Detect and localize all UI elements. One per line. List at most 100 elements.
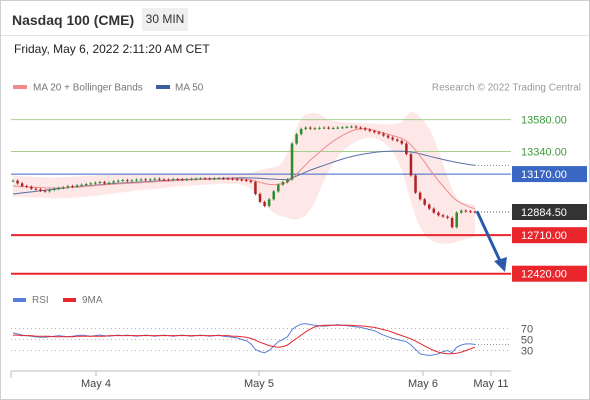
candle: [359, 127, 362, 129]
candle: [208, 178, 211, 180]
x-tick-label: May 6: [408, 378, 438, 390]
candle: [304, 127, 308, 129]
chart-widget: Nasdaq 100 (CME) 30 MIN Friday, May 6, 2…: [0, 0, 590, 400]
candle: [391, 137, 394, 140]
candle: [386, 135, 390, 138]
copyright-text: Research © 2022 Trading Central: [432, 83, 581, 94]
forecast-arrow-head: [494, 257, 507, 273]
candle: [217, 178, 221, 180]
candle: [71, 186, 74, 188]
candle: [30, 186, 33, 189]
level-label-12420.00: 12420.00: [521, 269, 567, 281]
candle: [139, 179, 143, 181]
candle: [94, 182, 97, 184]
candle: [25, 186, 28, 188]
candle: [464, 210, 468, 212]
candle: [66, 186, 70, 188]
x-axis: May 4 May 5 May 6 May 11: [10, 371, 509, 390]
candle: [135, 179, 138, 181]
candle: [126, 180, 129, 182]
candle: [336, 127, 340, 129]
price-panel: 13580.00 13340.00 13170.00 12710.00 12420.00…: [11, 111, 587, 282]
candle: [318, 127, 321, 129]
candle: [437, 212, 440, 216]
candle: [345, 126, 349, 128]
candle: [80, 184, 83, 186]
candle: [20, 183, 24, 187]
legend-label-rsi-ma: 9MA: [82, 295, 103, 306]
candle: [350, 126, 353, 128]
x-tick-label: May 5: [244, 378, 274, 390]
candle: [286, 179, 289, 183]
candle: [171, 179, 175, 181]
candle: [290, 143, 294, 180]
candle: [89, 183, 93, 185]
legend-swatch-ma50: [156, 85, 170, 89]
candle: [409, 154, 413, 176]
candle: [322, 127, 326, 129]
candle: [469, 211, 472, 213]
candle: [423, 199, 426, 205]
level-label-13340.00: 13340.00: [521, 147, 567, 159]
candle: [199, 178, 202, 180]
last-price-label: 12884.50: [521, 207, 567, 219]
candle: [405, 143, 408, 155]
legend-label-rsi: RSI: [32, 295, 49, 306]
candle: [222, 178, 225, 180]
candle: [43, 190, 47, 192]
candle: [363, 128, 367, 130]
candle: [39, 189, 42, 191]
candle: [455, 212, 458, 228]
candle: [432, 208, 436, 213]
candle: [84, 184, 88, 186]
candle: [258, 194, 262, 202]
candle: [226, 178, 230, 180]
legend-label-ma20: MA 20 + Bollinger Bands: [33, 83, 143, 94]
x-tick-label: May 11: [473, 378, 508, 390]
level-label-12710.00: 12710.00: [521, 230, 567, 242]
candle: [203, 178, 207, 180]
legend-swatch-rsi-ma: [63, 298, 76, 302]
candle: [281, 182, 285, 185]
candle: [116, 180, 120, 182]
candle: [235, 179, 239, 181]
candle: [249, 180, 253, 183]
candle: [213, 178, 216, 180]
candle: [158, 178, 161, 180]
candle: [190, 178, 193, 180]
candle: [377, 132, 381, 134]
candle: [144, 179, 147, 181]
candle: [299, 128, 303, 135]
level-label-13170.00: 13170.00: [521, 169, 567, 181]
candle: [341, 127, 344, 129]
candle: [231, 178, 234, 180]
candle: [331, 127, 335, 129]
candle: [62, 187, 65, 189]
candle: [267, 199, 271, 206]
candle: [34, 188, 38, 190]
candle: [48, 190, 51, 192]
candle: [313, 128, 317, 130]
candle: [295, 134, 298, 144]
candle: [103, 182, 106, 184]
candle: [167, 179, 170, 181]
legend-label-ma50: MA 50: [175, 83, 204, 94]
candle: [395, 139, 399, 141]
rsi-tick-30: 30: [521, 346, 533, 358]
candle: [130, 180, 134, 182]
legend-swatch-ma20: [13, 85, 27, 89]
candle: [450, 217, 454, 228]
candle: [176, 179, 179, 181]
candle: [16, 180, 19, 184]
chart-canvas: MA 20 + Bollinger Bands MA 50 Research ©…: [10, 83, 587, 390]
candle: [107, 182, 111, 184]
candle: [185, 179, 189, 181]
candle: [427, 204, 431, 209]
candle: [112, 181, 115, 183]
legend-swatch-rsi: [13, 298, 26, 302]
candle: [400, 140, 404, 144]
candle: [309, 127, 312, 129]
candle: [414, 175, 417, 193]
rsi-panel: 705030: [11, 323, 533, 358]
candle: [418, 192, 422, 200]
